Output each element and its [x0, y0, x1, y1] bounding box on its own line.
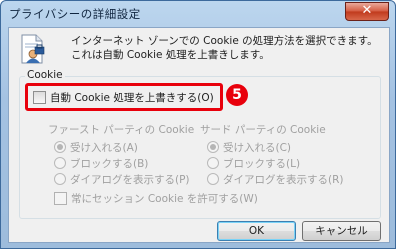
session-checkbox-label: 常にセッション Cookie を許可する(W) — [71, 193, 258, 205]
intro-text: インターネット ゾーンでの Cookie の処理方法を選択できます。これは自動 … — [71, 35, 378, 61]
radio-label: 受け入れる(C) — [223, 142, 292, 154]
ok-button[interactable]: OK — [217, 221, 296, 241]
cookie-groupbox: Cookie 自動 Cookie 処理を上書きする(O) 5 ファースト パーテ… — [19, 69, 381, 219]
radio-button[interactable] — [54, 157, 66, 169]
radio-label: ブロックする(B) — [70, 158, 149, 170]
override-checkbox-label: 自動 Cookie 処理を上書きする(O) — [50, 92, 214, 104]
close-button[interactable]: ✕ — [345, 2, 389, 21]
session-checkbox-box[interactable] — [54, 192, 67, 205]
override-checkbox-box[interactable] — [33, 91, 46, 104]
cookie-group-label: Cookie — [25, 69, 65, 81]
radio-button[interactable] — [207, 141, 219, 153]
radio-button[interactable] — [54, 173, 66, 185]
dialog-body: インターネット ゾーンでの Cookie の処理方法を選択できます。これは自動 … — [8, 27, 390, 243]
title-bar[interactable]: プライバシーの詳細設定 ✕ — [1, 1, 395, 25]
cancel-button[interactable]: キャンセル — [302, 221, 381, 241]
radio-label: ブロックする(L) — [223, 158, 301, 170]
callout-number-badge: 5 — [226, 84, 248, 106]
third-party-heading: サード パーティの Cookie — [200, 124, 326, 136]
radio-label: 受け入れる(A) — [70, 142, 138, 154]
radio-button[interactable] — [54, 141, 66, 153]
dialog-title: プライバシーの詳細設定 — [9, 7, 141, 21]
close-icon: ✕ — [361, 3, 373, 18]
radio-label: ダイアログを表示する(P) — [70, 174, 190, 186]
privacy-settings-dialog: プライバシーの詳細設定 ✕ インターネット ゾーンでの Cookie の処理方法… — [0, 0, 396, 249]
radio-label: ダイアログを表示する(R) — [223, 174, 344, 186]
privacy-document-icon — [21, 34, 45, 64]
radio-button[interactable] — [207, 173, 219, 185]
first-party-heading: ファースト パーティの Cookie — [48, 124, 195, 136]
radio-button[interactable] — [207, 157, 219, 169]
